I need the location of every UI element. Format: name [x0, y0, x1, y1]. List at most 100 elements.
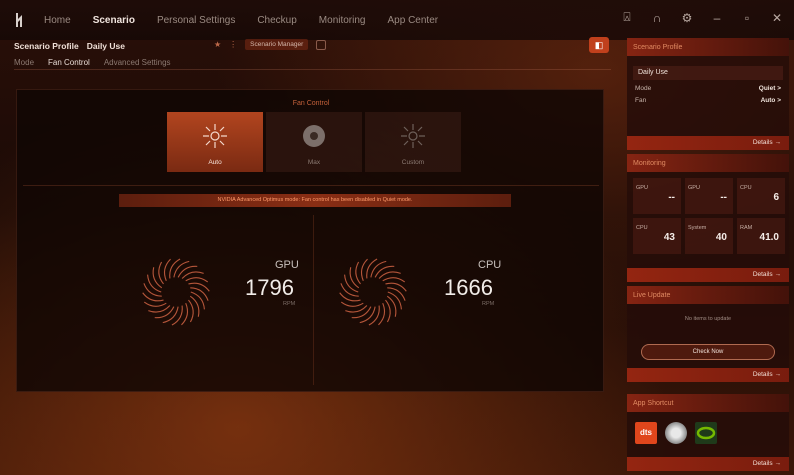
monitor-cell: CPU 43	[633, 218, 681, 254]
nav-tab-home[interactable]: Home	[44, 15, 71, 26]
fan-blade	[143, 301, 167, 307]
fan-mode-label: Custom	[401, 159, 425, 166]
disc-app-icon[interactable]	[665, 422, 687, 444]
panel-toggle-icon[interactable]: ◧	[589, 37, 609, 53]
nav-tab-scenario[interactable]: Scenario	[93, 15, 135, 26]
fan-warning-banner: NVIDIA Advanced Optimus mode: Fan contro…	[119, 194, 511, 207]
profile-dropdown[interactable]: Daily Use	[633, 66, 783, 80]
scenario-profile-label: Scenario Profile	[14, 41, 79, 51]
gpu-fan-panel: GPU 1796 RPM	[19, 215, 309, 385]
profile-row-label: Fan	[635, 97, 647, 104]
monitor-value: 6	[773, 192, 779, 203]
profile-tools: ★ ⋮ Scenario Manager	[214, 39, 327, 50]
fan-rpm-unit: RPM	[482, 301, 495, 307]
monitor-label: GPU	[636, 185, 648, 191]
live-update-widget: Live Update No items to update Check Now…	[627, 286, 789, 382]
monitoring-grid: GPU -- GPU -- CPU 6 CPU 43 System 40 RAM 41.0	[633, 178, 785, 254]
live-update-status: No items to update	[684, 316, 732, 322]
fan-name: CPU	[478, 259, 502, 271]
cpu-fan-icon	[339, 258, 407, 326]
widget-header: Scenario Profile	[627, 38, 789, 56]
details-link[interactable]: Details →	[627, 268, 789, 282]
max-fan-icon	[303, 125, 325, 147]
fan-blade	[158, 261, 164, 285]
monitor-value: --	[720, 192, 727, 203]
auto-fan-icon	[203, 124, 227, 148]
fan-name: GPU	[275, 259, 299, 271]
monitor-label: CPU	[740, 185, 752, 191]
monitor-cell: System 40	[685, 218, 733, 254]
main-panel: Scenario Profile Daily Use ★ ⋮ Scenario …	[14, 37, 611, 465]
fan-mode-selector: Auto Max Custom	[167, 112, 461, 172]
monitor-label: CPU	[636, 225, 648, 231]
scenario-profile-value[interactable]: Daily Use	[87, 41, 125, 51]
fan-mode-custom-button[interactable]: Custom	[365, 112, 461, 172]
section-divider	[23, 185, 599, 186]
shortcut-list: dts	[635, 422, 789, 444]
profile-row-value: Auto >	[760, 97, 781, 104]
details-link[interactable]: Details →	[627, 457, 789, 471]
fan-blade	[185, 277, 209, 283]
details-link[interactable]: Details →	[627, 368, 789, 382]
fan-blade	[340, 301, 364, 307]
profile-fan-row[interactable]: Fan Auto >	[635, 97, 781, 104]
more-icon[interactable]: ⋮	[229, 40, 237, 49]
minimize-icon[interactable]: –	[710, 11, 724, 25]
nav-tab-monitoring[interactable]: Monitoring	[319, 15, 366, 26]
tab-fan-control[interactable]: Fan Control	[48, 58, 90, 67]
monitor-cell: CPU 6	[737, 178, 785, 214]
fan-mode-auto-button[interactable]: Auto	[167, 112, 263, 172]
details-link[interactable]: Details →	[627, 136, 789, 150]
monitor-value: 43	[663, 232, 675, 243]
star-icon[interactable]: ★	[214, 40, 221, 49]
custom-fan-icon	[401, 124, 425, 148]
right-sidebar: Scenario Profile Daily Use Mode Quiet > …	[627, 38, 789, 471]
fan-blade	[386, 295, 397, 317]
nvidia-app-icon[interactable]	[695, 422, 717, 444]
fan-blade	[385, 299, 391, 323]
monitor-label: RAM	[740, 225, 753, 231]
fan-rpm-value: 1796	[245, 275, 294, 300]
tab-advanced-settings[interactable]: Advanced Settings	[104, 58, 171, 67]
cpu-fan-panel: CPU 1666 RPM	[313, 215, 603, 385]
subtab-divider	[14, 69, 611, 70]
fan-mode-max-button[interactable]: Max	[266, 112, 362, 172]
fan-blade	[349, 267, 360, 289]
nav-tab-checkup[interactable]: Checkup	[257, 15, 296, 26]
widget-header: Live Update	[627, 286, 789, 304]
app-logo-icon	[16, 13, 22, 27]
check-now-button[interactable]: Check Now	[641, 344, 775, 360]
app-shortcut-widget: App Shortcut dts Details →	[627, 394, 789, 471]
widget-header: App Shortcut	[627, 394, 789, 412]
monitor-value: --	[668, 192, 675, 203]
fan-control-card: Fan Control Auto Max Custom NVIDIA Advan…	[16, 89, 604, 392]
nav-tab-personal-settings[interactable]: Personal Settings	[157, 15, 235, 26]
gear-icon[interactable]: ⚙	[680, 11, 694, 25]
scenario-profile-row: Scenario Profile Daily Use ★ ⋮ Scenario …	[14, 37, 611, 54]
profile-mode-row[interactable]: Mode Quiet >	[635, 85, 781, 92]
monitor-label: GPU	[688, 185, 700, 191]
dts-app-icon[interactable]: dts	[635, 422, 657, 444]
sub-tabs: Mode Fan Control Advanced Settings	[14, 58, 171, 67]
close-icon[interactable]: ✕	[770, 11, 784, 25]
fan-mode-label: Auto	[208, 159, 222, 166]
profile-row-label: Mode	[635, 85, 652, 92]
scenario-manager-button[interactable]: Scenario Manager	[245, 39, 309, 50]
nav-tab-app-center[interactable]: App Center	[388, 15, 439, 26]
monitor-cell: GPU --	[633, 178, 681, 214]
fan-control-title: Fan Control	[292, 100, 330, 107]
export-icon[interactable]	[316, 39, 327, 50]
fan-blade	[188, 299, 194, 323]
gpu-fan-icon	[142, 258, 210, 326]
fan-rpm-value: 1666	[444, 275, 493, 300]
scenario-profile-widget: Scenario Profile Daily Use Mode Quiet > …	[627, 38, 789, 150]
maximize-icon[interactable]: ▫	[740, 11, 754, 25]
headset-icon[interactable]: ∩	[650, 11, 664, 25]
monitor-cell: GPU --	[685, 178, 733, 214]
profile-row-value: Quiet >	[758, 85, 781, 92]
tab-mode[interactable]: Mode	[14, 58, 34, 67]
fan-blade	[189, 295, 200, 317]
widget-header: Monitoring	[627, 154, 789, 172]
user-icon[interactable]: ⍓	[620, 10, 634, 25]
fan-mode-label: Max	[307, 159, 321, 166]
